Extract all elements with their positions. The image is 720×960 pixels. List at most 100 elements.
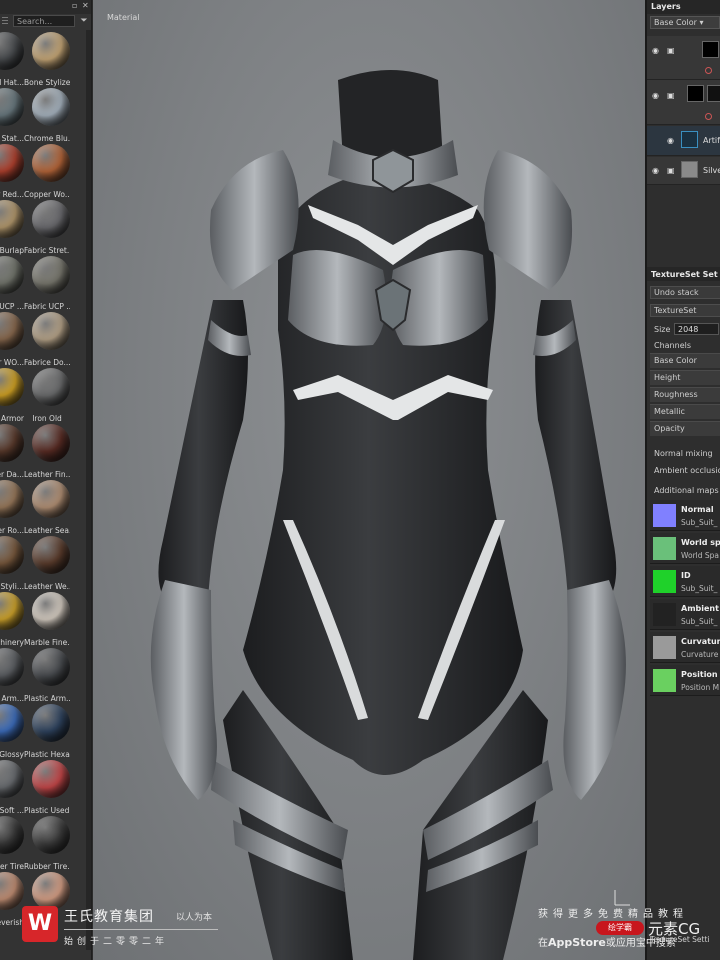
map-row[interactable]: ID Sub_Suit_ <box>650 566 720 597</box>
eye-icon[interactable]: ◉ <box>652 166 659 175</box>
channel-metallic[interactable]: Metallic <box>650 404 720 419</box>
layer-row[interactable]: ◉ ▣ <box>647 36 720 80</box>
shelf-scrollbar[interactable] <box>86 30 91 950</box>
material-item[interactable]: Bone Stylized <box>24 32 70 88</box>
map-row[interactable]: World sp World Spa <box>650 533 720 564</box>
material-preview <box>0 592 24 630</box>
channel-roughness[interactable]: Roughness <box>650 387 720 402</box>
material-name: er Ro... <box>0 526 24 535</box>
layer-name: Silve <box>703 166 720 175</box>
material-name: Chrome Blu... <box>24 134 70 143</box>
material-item[interactable]: Burlap <box>0 200 24 256</box>
close-icon[interactable]: ✕ <box>82 1 89 10</box>
map-name: Curvatur <box>681 637 720 646</box>
material-item[interactable]: Leather Sea... <box>24 480 70 536</box>
material-item[interactable]: Copper Wo... <box>24 144 70 200</box>
eye-icon[interactable]: ◉ <box>667 136 674 145</box>
pin-icon[interactable]: ▫ <box>72 1 77 10</box>
character-model[interactable] <box>93 0 645 960</box>
map-name: ID <box>681 571 691 580</box>
material-item[interactable]: Plastic Hexa... <box>24 704 70 760</box>
layer-row-artificial[interactable]: ◉ Artifi <box>647 126 720 156</box>
material-name: Iron Old <box>32 414 62 423</box>
layer-row[interactable]: ◉ ▣ <box>647 80 720 125</box>
material-item[interactable]: Iron Old <box>24 368 70 424</box>
material-name: Glossy <box>0 750 24 759</box>
material-item[interactable]: Marble Fine... <box>24 592 70 648</box>
material-preview <box>0 312 24 350</box>
channel-select[interactable]: Base Color ▾ <box>650 16 720 29</box>
material-item[interactable]: Leather Fin... <box>24 424 70 480</box>
map-source: Sub_Suit_ <box>681 584 718 593</box>
material-item[interactable]: r WO... <box>0 312 24 368</box>
material-item[interactable]: Plastic Used... <box>24 760 70 816</box>
filter-icon[interactable]: ⏷ <box>78 15 90 27</box>
material-item[interactable]: Rubber Tire... <box>24 816 70 872</box>
mask-thumbnail <box>707 85 720 102</box>
material-name: Leather Fin... <box>24 470 70 479</box>
undo-stack-button[interactable]: Undo stack <box>650 286 720 299</box>
material-preview <box>0 760 24 798</box>
material-preview <box>0 144 24 182</box>
map-row[interactable]: Ambient Sub_Suit_ <box>650 599 720 630</box>
layer-row-silver[interactable]: ◉ ▣ Silve <box>647 157 720 185</box>
channel-base-color[interactable]: Base Color <box>650 353 720 368</box>
material-name: Copper Wo... <box>24 190 70 199</box>
material-name: Bone Stylized <box>24 78 70 87</box>
shelf-search-input[interactable] <box>13 15 75 27</box>
map-row[interactable]: Position Position M <box>650 665 720 696</box>
textureset-select[interactable]: TextureSet <box>650 304 720 317</box>
map-row[interactable]: Curvatur Curvature <box>650 632 720 663</box>
map-thumbnail <box>653 570 676 593</box>
material-item[interactable]: Leather We... <box>24 536 70 592</box>
material-item[interactable]: Arm... <box>0 648 24 704</box>
material-item[interactable]: Fabric Stret... <box>24 200 70 256</box>
size-select[interactable]: 2048 <box>674 323 719 335</box>
brand-logo: W <box>22 906 58 942</box>
material-preview <box>32 536 70 574</box>
eye-icon[interactable]: ◉ <box>652 46 659 55</box>
map-name: Position <box>681 670 718 679</box>
material-preview <box>0 536 24 574</box>
3d-viewport[interactable]: Material <box>93 0 645 960</box>
material-name: Arm... <box>1 694 24 703</box>
material-preview <box>0 200 24 238</box>
material-name: Plastic Used... <box>24 806 70 815</box>
material-item[interactable]: Fabrice Do... <box>24 312 70 368</box>
map-thumbnail <box>653 603 676 626</box>
material-item[interactable]: Chrome Blu... <box>24 88 70 144</box>
material-item[interactable]: r Styli... <box>0 536 24 592</box>
map-name: Normal <box>681 505 714 514</box>
material-item[interactable]: e Stat... <box>0 88 24 144</box>
map-row[interactable]: Normal Sub_Suit_ <box>650 500 720 531</box>
map-source: World Spa <box>681 551 719 560</box>
eye-icon[interactable]: ◉ <box>652 91 659 100</box>
material-item[interactable]: er Tire <box>0 816 24 872</box>
material-preview <box>32 312 70 350</box>
textureset-settings-title: TextureSet Set <box>647 267 720 281</box>
material-item[interactable]: Fabric UCP ... <box>24 256 70 312</box>
material-item[interactable]: er Da... <box>0 424 24 480</box>
channel-opacity[interactable]: Opacity <box>650 421 720 436</box>
material-item[interactable]: chinery <box>0 592 24 648</box>
material-name: UCP ... <box>0 302 24 311</box>
material-preview <box>32 592 70 630</box>
material-name: Fabric Stret... <box>24 246 70 255</box>
right-panel: Layers Base Color ▾ ◉ ▣ ◉ ▣ ◉ Artifi ◉ ▣… <box>645 0 720 960</box>
material-preview <box>32 88 70 126</box>
material-preview <box>0 32 24 70</box>
material-item[interactable]: r Red... <box>0 144 24 200</box>
material-item[interactable]: Armor <box>0 368 24 424</box>
material-preview <box>32 816 70 854</box>
material-item[interactable]: er Ro... <box>0 480 24 536</box>
layer-thumbnail <box>702 41 719 58</box>
material-name: Leather Sea... <box>24 526 70 535</box>
material-item[interactable]: Soft ... <box>0 760 24 816</box>
material-item[interactable]: Plastic Arm... <box>24 648 70 704</box>
material-item[interactable]: UCP ... <box>0 256 24 312</box>
channel-height[interactable]: Height <box>650 370 720 385</box>
material-item[interactable]: Glossy <box>0 704 24 760</box>
textureset-settings-tab[interactable]: TextureSet Setti <box>650 935 710 944</box>
material-item[interactable]: all Hat... <box>0 32 24 88</box>
drag-handle-icon[interactable] <box>0 15 10 27</box>
